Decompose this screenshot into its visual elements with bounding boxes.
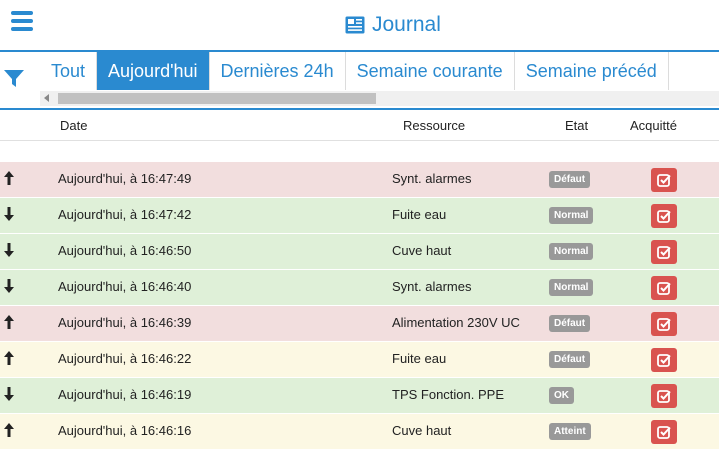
horizontal-scrollbar[interactable] [40,91,719,106]
column-header-resource[interactable]: Ressource [403,118,465,133]
acknowledge-button[interactable] [651,312,677,336]
arrow-down-icon [3,242,15,258]
row-resource: Fuite eau [392,207,447,222]
tab-4[interactable]: Semaine précéd [515,52,669,90]
table-row[interactable]: Aujourd'hui, à 16:46:22 Fuite eau Défaut [0,342,719,378]
status-badge: Défaut [549,351,591,368]
row-resource: Fuite eau [392,351,447,366]
filter-icon[interactable] [3,67,25,89]
status-badge: Normal [549,279,594,296]
arrow-up-icon [3,314,15,330]
column-header-state[interactable]: Etat [565,118,588,133]
acknowledge-button[interactable] [651,240,677,264]
table-row[interactable]: Aujourd'hui, à 16:47:42 Fuite eau Normal [0,198,719,234]
arrow-down-icon [3,206,15,222]
row-date: Aujourd'hui, à 16:46:40 [58,279,192,294]
table-row[interactable]: Aujourd'hui, à 16:46:39 Alimentation 230V… [0,306,719,342]
period-tabs: Tout Aujourd'hui Dernières 24h Semaine cour… [40,52,669,90]
acknowledge-button[interactable] [651,168,677,192]
column-header-date[interactable]: Date [60,118,87,133]
header-bar: Journal [0,0,719,50]
tab-3[interactable]: Semaine courante [346,52,515,90]
arrow-down-icon [3,278,15,294]
acknowledge-button[interactable] [651,348,677,372]
table-header: Date Ressource Etat Acquitté [0,110,719,141]
status-badge: Normal [549,207,594,224]
row-date: Aujourd'hui, à 16:46:22 [58,351,192,366]
arrow-up-icon [3,170,15,186]
row-date: Aujourd'hui, à 16:46:19 [58,387,192,402]
acknowledge-button[interactable] [651,420,677,444]
table-row[interactable]: Aujourd'hui, à 16:46:16 Cuve haut Atteint [0,414,719,450]
tab-0[interactable]: Tout [40,52,98,90]
acknowledge-button[interactable] [651,276,677,300]
table-row[interactable]: Aujourd'hui, à 16:46:19 TPS Fonction. PPE… [0,378,719,414]
status-badge: Défaut [549,315,591,332]
status-badge: Défaut [549,171,591,188]
tab-bar: Tout Aujourd'hui Dernières 24h Semaine cour… [0,50,719,110]
arrow-down-icon [3,386,15,402]
page-title: Journal [345,11,441,39]
journal-table-body: Aujourd'hui, à 16:47:49 Synt. alarmes Défa… [0,162,719,450]
arrow-up-icon [3,350,15,366]
column-header-ack[interactable]: Acquitté [630,118,677,133]
row-resource: Synt. alarmes [392,171,472,186]
row-resource: Synt. alarmes [392,279,472,294]
tab-2[interactable]: Dernières 24h [210,52,346,90]
table-row[interactable]: Aujourd'hui, à 16:47:49 Synt. alarmes Défa… [0,162,719,198]
status-badge: Atteint [549,423,591,440]
title-text: Journal [372,13,441,36]
row-resource: Cuve haut [392,243,452,258]
newspaper-icon [345,16,365,34]
scrollbar-thumb[interactable] [58,93,376,104]
row-date: Aujourd'hui, à 16:47:42 [58,207,192,222]
row-date: Aujourd'hui, à 16:46:50 [58,243,192,258]
acknowledge-button[interactable] [651,204,677,228]
tab-1[interactable]: Aujourd'hui [97,52,210,90]
scroll-left-arrow-icon[interactable] [44,94,49,102]
status-badge: OK [549,387,574,404]
row-resource: Alimentation 230V UC [392,315,520,330]
acknowledge-button[interactable] [651,384,677,408]
row-resource: TPS Fonction. PPE [392,387,504,402]
status-badge: Normal [549,243,594,260]
hamburger-menu-icon[interactable] [11,11,33,33]
table-row[interactable]: Aujourd'hui, à 16:46:40 Synt. alarmes Norm… [0,270,719,306]
table-row[interactable]: Aujourd'hui, à 16:46:50 Cuve haut Normal [0,234,719,270]
row-date: Aujourd'hui, à 16:46:39 [58,315,192,330]
arrow-up-icon [3,422,15,438]
row-date: Aujourd'hui, à 16:47:49 [58,171,192,186]
